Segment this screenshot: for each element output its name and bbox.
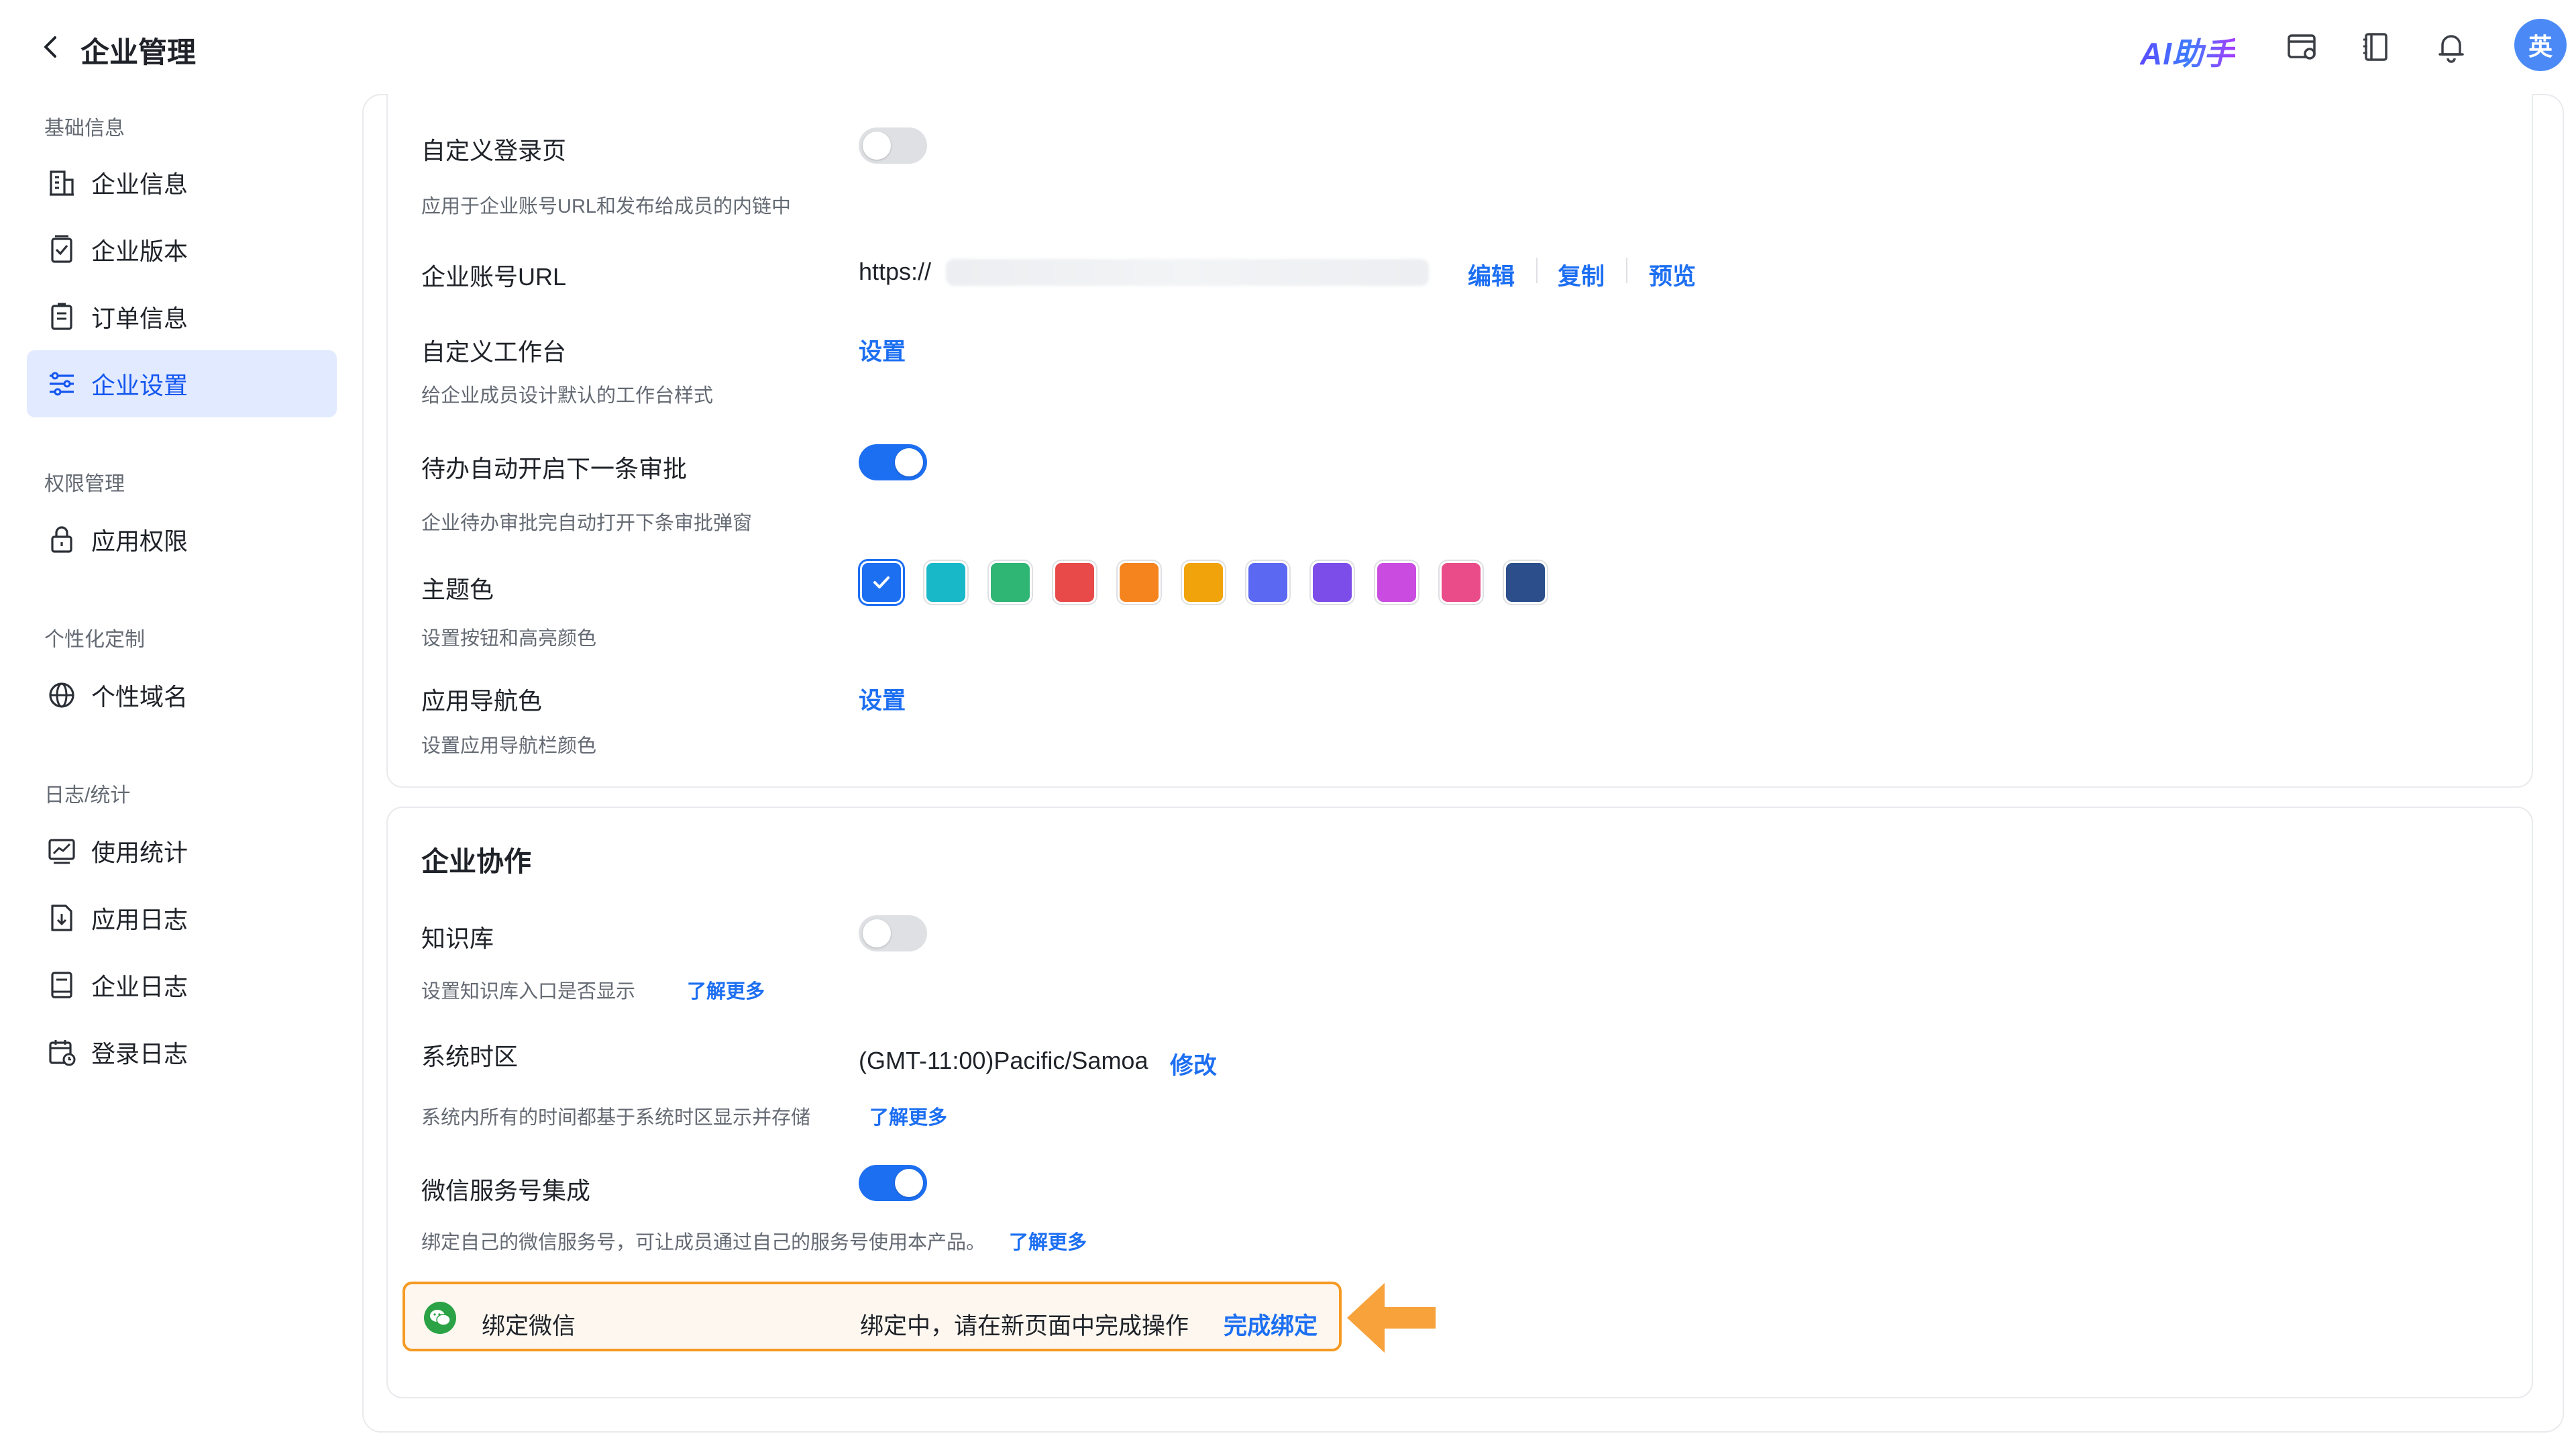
arrow-left-icon [1347,1283,1436,1353]
timezone-value: (GMT-11:00)Pacific/Samoa [859,1047,1148,1074]
theme-color-swatch[interactable] [1440,561,1483,604]
kb-learn-more-link[interactable]: 了解更多 [687,976,765,1004]
sidebar-item-label: 企业设置 [91,372,189,399]
auto-next-desc: 企业待办审批完自动打开下条审批弹窗 [421,513,753,534]
theme-color-swatch[interactable] [1504,561,1547,604]
divider [1536,258,1538,283]
version-icon [46,234,78,266]
group-title-customization: 个性化定制 [44,629,145,651]
collab-section-title: 企业协作 [421,846,531,877]
sidebar-item-company-info[interactable]: 企业信息 [27,149,337,216]
wechat-integration-label: 微信服务号集成 [421,1177,591,1204]
theme-color-swatch[interactable] [1118,561,1161,604]
sidebar-item-label: 个性域名 [91,683,189,711]
settings-sliders-icon [46,368,78,400]
page-title: 企业管理 [80,37,196,69]
copy-url-link[interactable]: 复制 [1558,258,1605,292]
timezone-edit-link[interactable]: 修改 [1170,1047,1217,1081]
sidebar-item-custom-domain[interactable]: 个性域名 [27,662,337,729]
auto-next-toggle[interactable] [859,444,927,480]
building-icon [46,166,78,199]
divider [1626,258,1627,283]
timezone-label: 系统时区 [421,1043,519,1070]
calendar-icon [46,1036,78,1068]
account-url-value: https:// [859,258,932,285]
browser-settings-icon[interactable] [2284,28,2321,66]
theme-color-swatch[interactable] [1246,561,1289,604]
nav-color-setup-link[interactable]: 设置 [859,682,906,716]
chevron-left-icon [44,36,56,58]
group-title-permission: 权限管理 [44,473,125,495]
order-icon [46,301,78,333]
edit-url-link[interactable]: 编辑 [1468,258,1515,292]
theme-color-swatch[interactable] [1375,561,1418,604]
sidebar-item-company-settings[interactable]: 企业设置 [27,350,337,417]
sidebar-item-label: 使用统计 [91,839,189,866]
avatar[interactable]: 英 [2514,19,2567,71]
sidebar-item-label: 登录日志 [91,1040,189,1068]
bind-wechat-status: 绑定中，请在新页面中完成操作 [860,1313,1189,1339]
book-icon [46,969,78,1001]
theme-color-swatch[interactable] [1182,561,1225,604]
sidebar-item-label: 应用权限 [91,527,189,555]
group-title-basic: 基础信息 [44,117,125,140]
sidebar-item-label: 企业版本 [91,238,189,265]
wechat-learn-more-link[interactable]: 了解更多 [1009,1227,1087,1255]
download-doc-icon [46,902,78,934]
sidebar-item-company-log[interactable]: 企业日志 [27,951,337,1019]
kb-toggle[interactable] [859,915,927,951]
sidebar-item-label: 订单信息 [91,305,189,332]
ai-assistant-button[interactable]: AI助手 [2140,30,2235,74]
theme-color-label: 主题色 [421,576,494,603]
lock-icon [46,523,78,556]
custom-login-toggle[interactable] [859,127,927,164]
nav-color-label: 应用导航色 [421,687,543,715]
book-icon[interactable] [2357,28,2395,66]
account-url-label: 企业账号URL [421,263,567,291]
auto-next-label: 待办自动开启下一条审批 [421,455,688,482]
sidebar-item-login-log[interactable]: 登录日志 [27,1019,337,1086]
sidebar-item-label: 企业日志 [91,973,189,1000]
nav-color-desc: 设置应用导航栏颜色 [421,735,597,757]
custom-workbench-desc: 给企业成员设计默认的工作台样式 [421,385,714,407]
group-title-logs: 日志/统计 [44,784,131,807]
custom-login-desc: 应用于企业账号URL和发布给成员的内链中 [421,196,792,217]
sidebar-item-company-version[interactable]: 企业版本 [27,216,337,283]
account-url-blurred [946,259,1429,286]
custom-login-label: 自定义登录页 [421,137,567,164]
bind-wechat-label: 绑定微信 [482,1313,576,1339]
theme-color-swatch[interactable] [989,561,1032,604]
wechat-integration-desc: 绑定自己的微信服务号，可让成员通过自己的服务号使用本产品。 [421,1232,986,1253]
theme-color-swatch[interactable] [924,561,967,604]
bell-icon[interactable] [2432,28,2470,66]
timezone-desc: 系统内所有的时间都基于系统时区显示并存储 [421,1107,811,1129]
theme-color-desc: 设置按钮和高亮颜色 [421,628,597,650]
sidebar-item-label: 企业信息 [91,170,189,198]
timezone-learn-more-link[interactable]: 了解更多 [869,1102,947,1130]
sidebar-item-app-log[interactable]: 应用日志 [27,884,337,951]
kb-desc: 设置知识库入口是否显示 [421,981,636,1002]
sidebar-item-usage-stats[interactable]: 使用统计 [27,817,337,884]
check-icon [873,576,890,588]
custom-workbench-setup-link[interactable]: 设置 [859,333,906,367]
kb-label: 知识库 [421,925,494,952]
wechat-icon [424,1302,456,1334]
wechat-integration-toggle[interactable] [859,1165,927,1201]
back-button[interactable] [40,31,67,63]
sidebar-item-order-info[interactable]: 订单信息 [27,283,337,350]
theme-color-swatch[interactable] [1311,561,1354,604]
complete-binding-link[interactable]: 完成绑定 [1224,1307,1318,1341]
preview-url-link[interactable]: 预览 [1649,258,1696,292]
theme-color-swatch[interactable] [860,561,903,604]
sidebar-item-label: 应用日志 [91,906,189,933]
theme-color-swatch[interactable] [1053,561,1096,604]
chart-icon [46,835,78,867]
globe-icon [46,679,78,711]
sidebar-item-app-permission[interactable]: 应用权限 [27,506,337,573]
custom-workbench-label: 自定义工作台 [421,338,567,366]
